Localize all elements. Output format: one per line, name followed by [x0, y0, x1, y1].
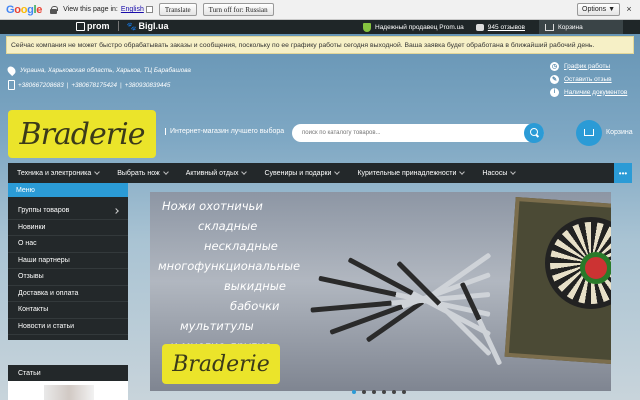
banner-text: Ножи охотничьи складные нескладные много… [158, 199, 301, 353]
documents-link[interactable]: i Наличие документов [550, 86, 627, 98]
main-nav: Техника и электроника Выбрать нож Активн… [8, 163, 632, 183]
info-links: ◷ График работы ✎ Оставить отзыв i Налич… [550, 60, 627, 99]
nav-item-electronics[interactable]: Техника и электроника [8, 163, 108, 183]
chevron-right-icon [113, 208, 119, 214]
address-row: Украина, Харьковская область, Харьков, Т… [5, 64, 191, 77]
shield-icon [363, 22, 371, 32]
phone-1[interactable]: +380667208683 [18, 82, 64, 89]
articles-header: Статьи [8, 365, 128, 381]
phone-2[interactable]: +380678175424 [71, 82, 117, 89]
schedule-link[interactable]: ◷ График работы [550, 60, 627, 72]
sidebar-item-delivery[interactable]: Доставка и оплата [8, 286, 128, 302]
chevron-down-icon [334, 169, 341, 175]
options-button[interactable]: Options ▼ [577, 3, 620, 16]
sidebar-item-reviews[interactable]: Отзывы [8, 269, 128, 286]
carousel-dot[interactable] [362, 390, 366, 394]
nav-item-knives[interactable]: Выбрать нож [108, 163, 177, 183]
nav-item-pumps[interactable]: Насосы [473, 163, 524, 183]
carousel-dot[interactable] [382, 390, 386, 394]
phone-3[interactable]: +380930839445 [125, 82, 171, 89]
sidebar-item-contacts[interactable]: Контакты [8, 302, 128, 319]
nav-item-souvenirs[interactable]: Сувениры и подарки [255, 163, 348, 183]
comment-icon [475, 23, 484, 31]
reviews-link[interactable]: 945 отзывов [488, 24, 525, 31]
close-icon[interactable]: × [624, 4, 634, 14]
carousel-dot[interactable] [392, 390, 396, 394]
chat-icon: ✎ [550, 74, 559, 84]
leave-review-link[interactable]: ✎ Оставить отзыв [550, 73, 627, 85]
sidebar-header: Меню [8, 183, 128, 197]
clock-icon: ◷ [550, 61, 559, 71]
article-thumbnail[interactable] [44, 385, 94, 400]
chevron-down-icon [510, 169, 517, 175]
sidebar-item-news[interactable]: Новости и статьи [8, 319, 128, 335]
reliable-seller-label[interactable]: Надежный продавец Prom.ua [375, 24, 464, 31]
prom-bar: prom 🐾 Bigl.ua Надежный продавец Prom.ua… [0, 20, 640, 34]
address-text: Украина, Харьковская область, Харьков, Т… [20, 67, 191, 74]
translate-button[interactable]: Translate [158, 3, 197, 16]
sidebar-item-partners[interactable]: Наши партнеры [8, 253, 128, 269]
cart-icon [584, 129, 594, 136]
search-box [292, 123, 544, 143]
cart-tab-label: Корзина [558, 23, 583, 31]
carousel-dots [352, 390, 412, 394]
more-menu-button[interactable]: ••• [614, 163, 632, 183]
search-input[interactable] [302, 130, 512, 136]
banner-logo: Braderie [162, 344, 280, 384]
prom-logo-icon [76, 21, 85, 31]
translate-bar: Google View this page in: English Transl… [0, 0, 640, 20]
location-pin-icon [5, 64, 18, 77]
sidebar-item-about[interactable]: О нас [8, 236, 128, 253]
tagline: Интернет-магазин лучшего выбора [165, 128, 284, 135]
cart-button[interactable] [576, 120, 602, 146]
sidebar-item-new[interactable]: Новинки [8, 220, 128, 236]
phones-row: +380667208683 | +380678175424 | +3809308… [8, 80, 173, 90]
chevron-down-icon [241, 169, 248, 175]
chevron-down-icon [459, 169, 466, 175]
turn-off-button[interactable]: Turn off for: Russian [202, 3, 274, 16]
prom-logo[interactable]: prom 🐾 Bigl.ua [76, 21, 168, 31]
language-dropdown-icon[interactable] [145, 6, 153, 13]
sidebar-menu: Группы товаров Новинки О нас Наши партне… [8, 197, 128, 340]
cart-label[interactable]: Корзина [606, 129, 633, 136]
bigl-logo[interactable]: Bigl.ua [138, 21, 168, 31]
promo-banner[interactable]: Ножи охотничьи складные нескладные много… [150, 192, 611, 391]
view-page-label: View this page in: [63, 6, 118, 13]
carousel-dot[interactable] [402, 390, 406, 394]
phone-icon [8, 80, 15, 90]
site-logo[interactable]: Braderie [8, 110, 156, 158]
chevron-down-icon [94, 169, 101, 175]
google-logo: Google [6, 3, 43, 16]
cart-icon [545, 23, 554, 31]
carousel-dot[interactable] [372, 390, 376, 394]
nav-item-smoking[interactable]: Курительные принадлежности [348, 163, 473, 183]
sidebar-item-product-groups[interactable]: Группы товаров [8, 203, 128, 220]
chevron-down-icon [162, 169, 169, 175]
carousel-dot[interactable] [352, 390, 356, 394]
search-button[interactable] [524, 123, 544, 143]
info-icon: i [550, 87, 559, 97]
nav-item-outdoor[interactable]: Активный отдых [177, 163, 256, 183]
closed-notice: Сейчас компания не может быстро обрабаты… [6, 36, 634, 54]
paw-icon: 🐾 [126, 21, 137, 31]
lock-icon [50, 5, 59, 14]
language-link[interactable]: English [121, 6, 144, 13]
cart-tab[interactable]: Корзина [539, 20, 623, 34]
